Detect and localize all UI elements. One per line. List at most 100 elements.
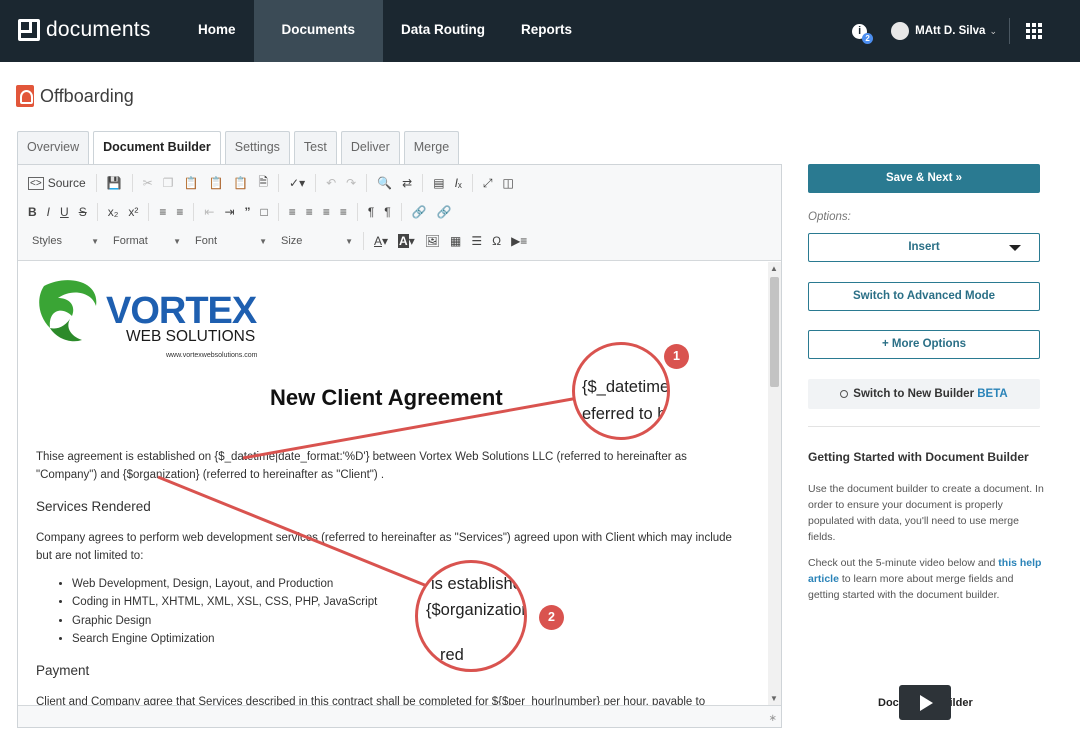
dropdown-arrow-icon: ▼ <box>173 236 181 246</box>
divider <box>363 232 364 250</box>
format-select[interactable]: Format ▼ <box>109 235 185 247</box>
logo-sub-text: WEB SOLUTIONS <box>126 328 256 345</box>
source-button[interactable]: <> Source <box>28 176 86 190</box>
magnifier-2: is established {$organization} red <box>415 560 527 672</box>
nav-documents[interactable]: Documents <box>253 0 384 62</box>
divider <box>148 203 150 221</box>
special-char-icon[interactable]: Ω <box>492 234 501 248</box>
tab-test[interactable]: Test <box>293 131 337 164</box>
numbered-list-icon[interactable]: ≡ <box>159 205 166 219</box>
user-name[interactable]: MAtt D. Silva <box>915 25 985 37</box>
bold-icon[interactable]: B <box>28 205 37 219</box>
underline-icon[interactable]: U <box>60 205 69 219</box>
save-icon[interactable]: 💾 <box>107 176 122 190</box>
ltr-icon[interactable]: ¶ <box>368 205 374 219</box>
italic-icon[interactable]: I <box>47 205 50 219</box>
undo-icon[interactable]: ↶ <box>326 176 336 190</box>
cut-icon[interactable]: ✂ <box>143 176 153 190</box>
align-right-icon[interactable]: ≡ <box>323 205 330 219</box>
callout-number-2: 2 <box>539 605 564 630</box>
insert-merge-field-icon[interactable]: ▶≡ <box>511 234 527 248</box>
rtl-icon[interactable]: ¶ <box>384 205 390 219</box>
editor-scrollbar[interactable]: ▲ ▼ <box>768 262 781 705</box>
callout-number-1: 1 <box>664 344 689 369</box>
copy-icon[interactable]: ❐ <box>163 176 174 190</box>
payment-paragraph: Client and Company agree that Services d… <box>36 696 706 705</box>
image-icon[interactable]: 🖼 <box>425 234 440 248</box>
advanced-mode-button[interactable]: Switch to Advanced Mode <box>808 282 1040 311</box>
nav-reports[interactable]: Reports <box>503 0 590 62</box>
align-center-icon[interactable]: ≡ <box>306 205 313 219</box>
link-icon[interactable]: 🔗 <box>412 205 427 219</box>
spellcheck-icon[interactable]: ✓▾ <box>289 176 305 190</box>
chevron-down-icon[interactable]: ⌄ <box>989 26 997 37</box>
notification-badge: 2 <box>862 32 874 44</box>
indent-icon[interactable]: ⇥ <box>224 205 234 219</box>
magnifier-2-line-3: red <box>440 646 464 664</box>
save-next-button[interactable]: Save & Next » <box>808 164 1040 193</box>
nav-data-routing[interactable]: Data Routing <box>383 0 503 62</box>
logo-url: www.vortexwebsolutions.com <box>166 352 258 359</box>
divider <box>278 174 280 192</box>
remove-format-icon[interactable]: Iₓ <box>455 176 462 190</box>
scrollbar-thumb[interactable] <box>770 277 779 387</box>
nav-home[interactable]: Home <box>180 0 254 62</box>
bg-color-icon[interactable]: A ▾ <box>398 234 415 248</box>
strikethrough-icon[interactable]: S <box>79 205 87 219</box>
apps-grid-icon[interactable] <box>1026 23 1042 39</box>
paste-word-icon[interactable]: 📋 <box>233 176 248 190</box>
outdent-icon[interactable]: ⇤ <box>204 205 214 219</box>
gs-text-b: to learn more about merge fields and get… <box>808 573 1014 601</box>
align-left-icon[interactable]: ≡ <box>289 205 296 219</box>
styles-select[interactable]: Styles ▼ <box>28 235 103 247</box>
avatar[interactable] <box>891 22 910 40</box>
tab-deliver[interactable]: Deliver <box>340 131 400 164</box>
styles-label: Styles <box>32 235 62 247</box>
dropdown-arrow-icon: ▼ <box>345 236 353 246</box>
paste-icon[interactable]: 📋 <box>184 176 199 190</box>
editor-statusbar: ∗ <box>18 705 781 727</box>
getting-started-title: Getting Started with Document Builder <box>808 450 1029 464</box>
show-blocks-icon[interactable]: ◫ <box>502 176 513 190</box>
maximize-icon[interactable]: ⤢ <box>483 176 493 191</box>
document-canvas[interactable]: VORTEX WEB SOLUTIONS www.vortexwebsoluti… <box>18 262 768 705</box>
more-options-button[interactable]: + More Options <box>808 330 1040 359</box>
paste-text-icon[interactable]: 📋 <box>208 176 223 190</box>
replace-icon[interactable]: ⇄ <box>402 176 412 190</box>
size-select[interactable]: Size ▼ <box>277 235 357 247</box>
divider <box>95 174 97 192</box>
templates-icon[interactable]: 🗎 <box>258 173 268 194</box>
text-color-icon[interactable]: A ▾ <box>374 234 388 248</box>
scroll-up-icon[interactable]: ▲ <box>770 264 778 273</box>
resize-handle-icon[interactable]: ∗ <box>769 713 777 724</box>
getting-started-text: Use the document builder to create a doc… <box>808 483 1044 543</box>
div-icon[interactable]: □ <box>261 205 268 219</box>
scroll-down-icon[interactable]: ▼ <box>770 694 778 703</box>
tab-merge[interactable]: Merge <box>403 131 460 164</box>
play-icon[interactable] <box>899 685 951 720</box>
divider <box>193 203 195 221</box>
redo-icon[interactable]: ↷ <box>346 176 356 190</box>
bulleted-list-icon[interactable]: ≡ <box>176 205 183 219</box>
blockquote-icon[interactable]: ” <box>245 205 251 219</box>
info-notifications-icon[interactable]: i2 <box>852 23 874 44</box>
find-icon[interactable]: 🔍 <box>377 176 392 190</box>
new-builder-button[interactable]: Switch to New Builder BETA <box>808 379 1040 409</box>
font-select[interactable]: Font ▼ <box>191 235 271 247</box>
horizontal-line-icon[interactable]: ☰ <box>471 234 482 248</box>
tab-overview[interactable]: Overview <box>17 131 90 164</box>
select-all-icon[interactable]: ▤ <box>433 176 444 190</box>
table-icon[interactable]: ▦ <box>450 234 461 248</box>
app-logo[interactable]: documents <box>18 15 151 45</box>
subscript-icon[interactable]: x₂ <box>108 205 119 219</box>
justify-icon[interactable]: ≡ <box>340 205 347 219</box>
unlink-icon[interactable]: 🔗 <box>437 205 452 219</box>
source-icon: <> <box>28 176 44 190</box>
superscript-icon[interactable]: x² <box>128 205 138 219</box>
insert-dropdown[interactable]: Insert <box>808 233 1040 262</box>
tab-document-builder[interactable]: Document Builder <box>93 131 221 165</box>
tutorial-video[interactable]: Document Builder <box>808 684 1040 724</box>
divider <box>1009 18 1010 44</box>
tab-settings[interactable]: Settings <box>224 131 290 164</box>
refresh-icon <box>840 390 849 398</box>
